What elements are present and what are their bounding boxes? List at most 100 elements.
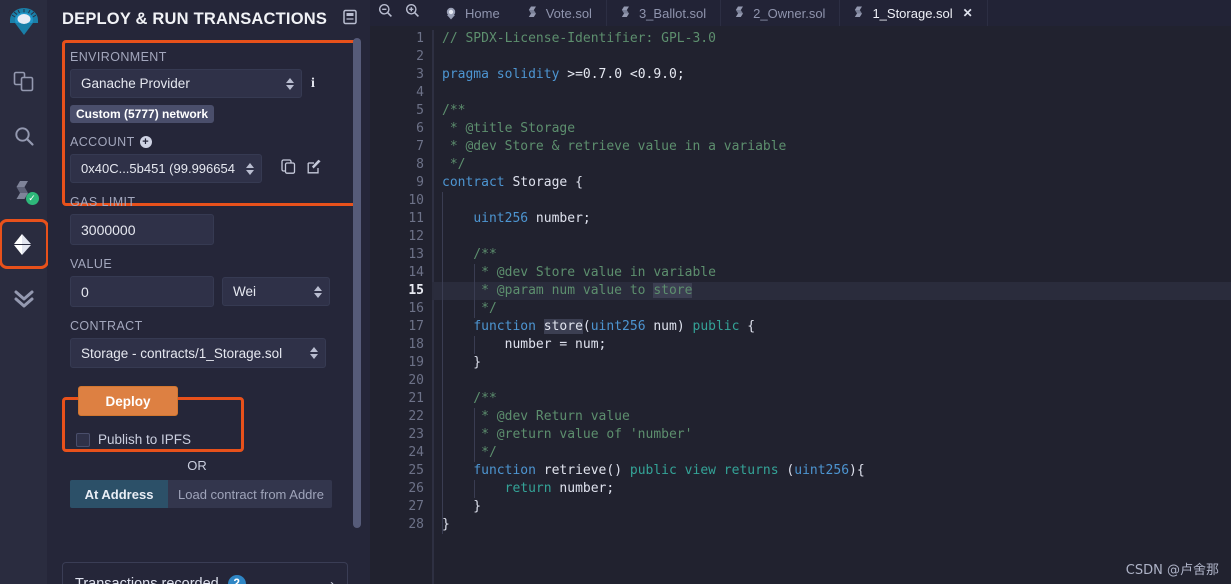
book-icon[interactable] [342, 9, 358, 30]
contract-label: CONTRACT [70, 319, 143, 333]
code-line[interactable]: } [432, 516, 1231, 534]
indent-guide [474, 336, 475, 354]
contract-select[interactable]: Storage - contracts/1_Storage.sol [70, 338, 326, 368]
line-number: 10 [408, 193, 424, 208]
code-token: retrieve [543, 463, 607, 478]
code-line[interactable]: */ [432, 156, 1231, 174]
tab-3-ballot-sol[interactable]: 3_Ballot.sol [607, 0, 722, 26]
code-token: num) [645, 319, 693, 334]
sidebar-item-solidity-compiler[interactable]: ✓ [2, 168, 46, 212]
code-token: public [692, 319, 740, 334]
line-number: 1 [416, 31, 424, 46]
code-viewport[interactable]: 1 2 3 4 5 6 7 8 9 10 11 12 13 14 15 16 17 18 19 20 21 22 23 24 2… [370, 26, 1231, 584]
code-line[interactable]: /** [432, 102, 1231, 120]
code-line[interactable]: } [432, 354, 1231, 372]
account-value: 0x40C...5b451 (99.996654 [81, 161, 235, 176]
environment-row: Ganache Provider i [70, 69, 356, 98]
code-line[interactable]: contract Storage { [432, 174, 1231, 192]
plus-circle-icon[interactable]: + [139, 136, 152, 148]
tab-2-owner-sol[interactable]: 2_Owner.sol [721, 0, 841, 26]
publish-ipfs-checkbox[interactable] [76, 432, 90, 447]
code-line[interactable]: * @dev Return value [432, 408, 1231, 426]
code-line[interactable]: * @title Storage [432, 120, 1231, 138]
tab-label: 1_Storage.sol [872, 5, 953, 21]
code-token: */ [442, 301, 497, 316]
line-number: 5 [416, 103, 424, 118]
solidity-icon [735, 6, 746, 20]
remix-logo-icon[interactable] [2, 2, 46, 46]
panel-scrollbar[interactable] [353, 38, 361, 528]
code-line[interactable]: pragma solidity >=0.7.0 <0.9.0; [432, 66, 1231, 84]
at-address-button[interactable]: At Address [70, 480, 168, 508]
code-token: Storage [512, 175, 568, 190]
deploy-button[interactable]: Deploy [78, 386, 178, 416]
code-line[interactable]: number = num; [432, 336, 1231, 354]
line-number: 3 [416, 67, 424, 82]
indent-guide [474, 480, 475, 498]
sidebar-item-search[interactable] [2, 114, 46, 158]
code-line[interactable]: */ [432, 444, 1231, 462]
contract-value: Storage - contracts/1_Storage.sol [81, 345, 283, 361]
code-token: () [606, 463, 630, 478]
code-line[interactable]: uint256 number; [432, 210, 1231, 228]
chevron-updown-icon [314, 285, 322, 298]
code-line[interactable]: */ [432, 300, 1231, 318]
tab-vote-sol[interactable]: Vote.sol [514, 0, 607, 26]
copy-icon[interactable] [281, 158, 296, 179]
deploy-run-panel: DEPLOY & RUN TRANSACTIONS ENVIRONMENT Ga… [48, 0, 370, 584]
at-address-input[interactable]: Load contract from Addre [168, 480, 332, 508]
close-icon[interactable]: ✕ [963, 6, 973, 20]
zoom-out-icon[interactable] [378, 3, 393, 23]
zoom-in-icon[interactable] [405, 3, 420, 23]
code-line[interactable] [432, 48, 1231, 66]
page-title: DEPLOY & RUN TRANSACTIONS [62, 10, 328, 28]
solidity-icon [528, 6, 539, 20]
code-line[interactable]: /** [432, 246, 1231, 264]
code-line[interactable]: * @dev Store value in variable [432, 264, 1231, 282]
code-token: store [543, 319, 583, 334]
gas-limit-input[interactable]: 3000000 [70, 214, 214, 245]
code-token: >=0.7.0 <0.9.0; [567, 67, 685, 82]
code-line[interactable]: function store(uint256 num) public { [432, 318, 1231, 336]
transactions-recorded-label: Transactions recorded [75, 576, 219, 584]
code-line[interactable] [432, 228, 1231, 246]
chevron-right-icon[interactable]: › [330, 576, 335, 584]
transactions-recorded-card[interactable]: Transactions recorded 2 › [62, 562, 348, 584]
edit-icon[interactable] [307, 159, 322, 179]
sidebar-item-deploy-run[interactable] [0, 219, 49, 269]
value-unit-select[interactable]: Wei [222, 277, 330, 306]
info-icon[interactable]: i [311, 76, 315, 92]
deploy-run-icon [13, 234, 31, 255]
code-line[interactable]: } [432, 498, 1231, 516]
code-line[interactable]: * @param num value to store [432, 282, 1231, 300]
publish-ipfs-row[interactable]: Publish to IPFS [76, 432, 356, 447]
environment-label: ENVIRONMENT [70, 50, 167, 64]
transactions-count-badge: 2 [227, 575, 246, 584]
code-line[interactable]: // SPDX-License-Identifier: GPL-3.0 [432, 30, 1231, 48]
account-select[interactable]: 0x40C...5b451 (99.996654 [70, 154, 262, 183]
sidebar-item-file-explorer[interactable] [2, 60, 46, 104]
code-content[interactable]: // SPDX-License-Identifier: GPL-3.0 prag… [432, 26, 1231, 584]
chevron-updown-icon [310, 347, 318, 359]
code-token: * @dev Store & retrieve value in a varia… [442, 139, 787, 154]
sidebar-item-debugger[interactable] [2, 276, 46, 320]
code-line[interactable] [432, 84, 1231, 102]
environment-select[interactable]: Ganache Provider [70, 69, 302, 98]
code-token: * @dev Return value [442, 409, 630, 424]
code-line[interactable] [432, 192, 1231, 210]
code-line[interactable]: return number; [432, 480, 1231, 498]
code-line[interactable]: function retrieve() public view returns … [432, 462, 1231, 480]
indent-guide [474, 264, 475, 318]
value-label: VALUE [70, 257, 113, 271]
tab-home[interactable]: Home [434, 0, 514, 26]
code-line[interactable]: * @dev Store & retrieve value in a varia… [432, 138, 1231, 156]
code-line[interactable]: /** [432, 390, 1231, 408]
editor-zoom-controls [370, 3, 434, 23]
value-input[interactable]: 0 [70, 276, 214, 307]
or-separator: OR [187, 458, 207, 473]
code-line[interactable]: * @return value of 'number' [432, 426, 1231, 444]
tab-1-storage-sol[interactable]: 1_Storage.sol ✕ [840, 0, 988, 26]
code-line[interactable] [432, 372, 1231, 390]
line-number: 28 [408, 517, 424, 532]
